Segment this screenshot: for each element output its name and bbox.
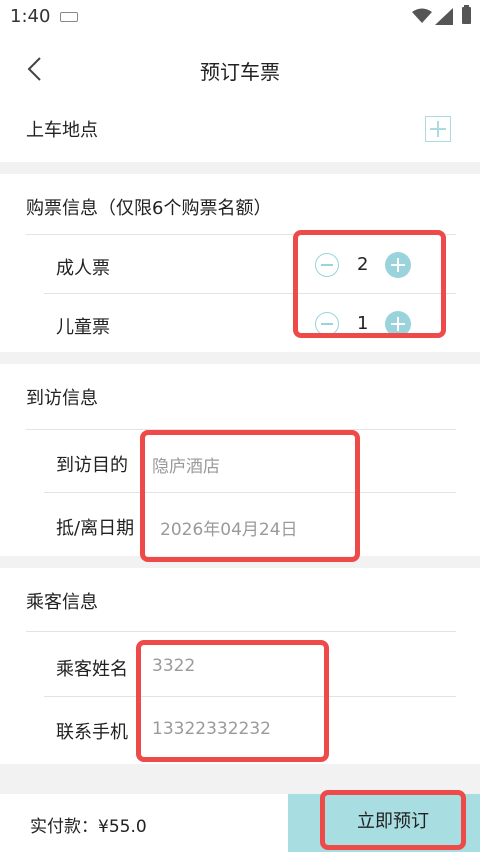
visit-title: 到访信息 bbox=[26, 388, 98, 409]
dates-label: 抵/离日期 bbox=[56, 518, 135, 539]
highlight-box bbox=[140, 430, 360, 562]
page-title: 预订车票 bbox=[200, 60, 280, 84]
child-ticket-label: 儿童票 bbox=[56, 317, 110, 338]
status-time: 1:40 bbox=[10, 6, 51, 27]
phone-label: 联系手机 bbox=[56, 722, 128, 743]
passenger-title: 乘客信息 bbox=[26, 592, 98, 613]
boarding-title: 上车地点 bbox=[26, 120, 98, 141]
keyboard-icon bbox=[60, 12, 78, 22]
adult-ticket-label: 成人票 bbox=[56, 258, 110, 279]
status-bar: 1:40 bbox=[0, 0, 480, 34]
destination-label: 到访目的 bbox=[56, 455, 128, 476]
tickets-title: 购票信息（仅限6个购票名额） bbox=[26, 198, 272, 219]
plus-square-icon[interactable] bbox=[425, 116, 451, 142]
book-now-button[interactable]: 立即预订 bbox=[320, 790, 466, 850]
boarding-section: 上车地点 bbox=[0, 100, 480, 162]
header: 预订车票 bbox=[0, 34, 480, 100]
highlight-box bbox=[293, 230, 446, 338]
wifi-icon bbox=[412, 8, 432, 23]
divider bbox=[26, 631, 456, 632]
pay-amount: 实付款：¥55.0 bbox=[30, 817, 147, 837]
highlight-box bbox=[136, 640, 329, 762]
battery-icon bbox=[462, 5, 471, 24]
signal-icon bbox=[435, 8, 453, 25]
passenger-name-label: 乘客姓名 bbox=[56, 659, 128, 680]
